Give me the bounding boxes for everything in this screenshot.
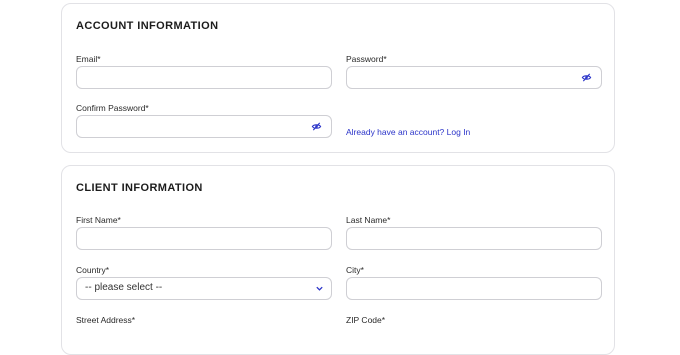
- chevron-down-icon: [316, 286, 323, 291]
- last-name-field[interactable]: [346, 227, 602, 250]
- street-address-label: Street Address*: [76, 315, 136, 325]
- city-field[interactable]: [346, 277, 602, 300]
- password-field[interactable]: [346, 66, 602, 89]
- password-label: Password*: [346, 54, 387, 64]
- client-information-title: CLIENT INFORMATION: [76, 182, 203, 194]
- account-information-title: ACCOUNT INFORMATION: [76, 20, 219, 32]
- first-name-field[interactable]: [76, 227, 332, 250]
- zip-code-label: ZIP Code*: [346, 315, 386, 325]
- confirm-password-field[interactable]: [76, 115, 332, 138]
- city-label: City*: [346, 265, 364, 275]
- country-select[interactable]: -- please select --: [76, 277, 332, 300]
- email-label: Email*: [76, 54, 101, 64]
- country-label: Country*: [76, 265, 110, 275]
- account-information-section: ACCOUNT INFORMATION Email* Password* Con…: [61, 3, 615, 153]
- login-link[interactable]: Already have an account? Log In: [346, 127, 470, 137]
- country-selected-value: -- please select --: [85, 282, 163, 293]
- confirm-password-label: Confirm Password*: [76, 103, 149, 113]
- email-field[interactable]: [76, 66, 332, 89]
- eye-slash-icon[interactable]: [581, 72, 592, 83]
- first-name-label: First Name*: [76, 215, 121, 225]
- client-information-section: CLIENT INFORMATION First Name* Last Name…: [61, 165, 615, 355]
- last-name-label: Last Name*: [346, 215, 391, 225]
- eye-slash-icon[interactable]: [311, 121, 322, 132]
